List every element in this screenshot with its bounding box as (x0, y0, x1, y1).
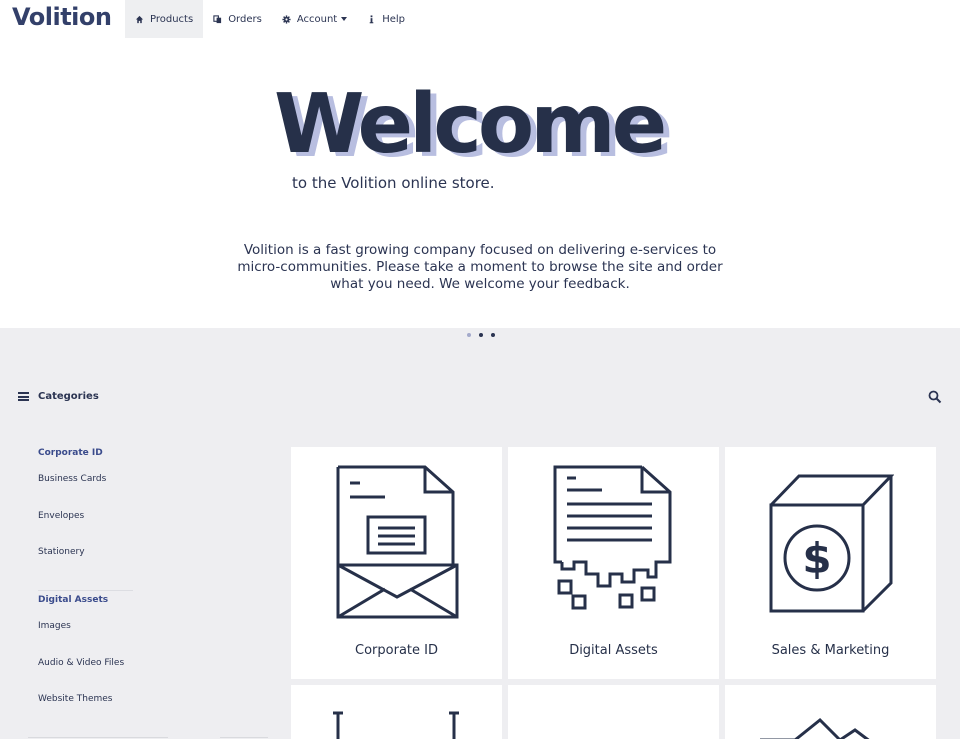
hero-title-text: Welcome (274, 77, 667, 172)
hero-tagline: to the Volition online store. (292, 174, 495, 192)
chevron-down-icon (341, 17, 348, 21)
gear-icon (282, 14, 291, 24)
nav-account-label: Account (296, 13, 338, 25)
category-item-envelopes[interactable]: Envelopes (38, 511, 84, 521)
category-card-digital-assets[interactable]: Digital Assets (508, 447, 719, 679)
nav-orders-label: Orders (228, 13, 262, 25)
main-nav: Products Orders Account Help (125, 0, 415, 38)
info-icon (369, 14, 374, 23)
nav-orders[interactable]: Orders (203, 0, 272, 38)
category-card-row2-2[interactable] (508, 685, 719, 739)
nav-account[interactable]: Account (272, 0, 357, 38)
category-card-label: Corporate ID (355, 643, 438, 658)
category-card-sales-marketing[interactable]: $ Sales & Marketing (725, 447, 936, 679)
money-box-icon: $ (769, 474, 894, 613)
category-card-label: Sales & Marketing (771, 643, 890, 658)
category-card-corporate-id[interactable]: Corporate ID (291, 447, 502, 679)
nav-products[interactable]: Products (125, 0, 204, 38)
hero-title: Welcome Welcome (274, 84, 694, 174)
top-navigation-bar: Volition Products Orders Account Help (0, 0, 960, 38)
home-icon (135, 15, 144, 23)
carousel-dot-2[interactable] (479, 333, 483, 337)
category-card-label: Digital Assets (569, 643, 658, 658)
hero-intro: Volition is a fast growing company focus… (237, 242, 723, 292)
search-icon[interactable] (928, 390, 942, 404)
carousel-dot-3[interactable] (491, 333, 495, 337)
carousel-indicators (467, 333, 495, 337)
category-item-audio-video-files[interactable]: Audio & Video Files (38, 658, 124, 668)
categories-toggle[interactable]: Categories (18, 391, 99, 402)
product-icon-partial (333, 711, 459, 739)
hero-banner: Welcome Welcome to the Volition online s… (0, 38, 960, 328)
category-divider (38, 590, 133, 591)
sidebar-bottom-divider-2 (220, 737, 268, 738)
carousel-dot-1[interactable] (467, 333, 471, 337)
svg-text:$: $ (802, 534, 831, 583)
digital-document-icon (553, 465, 672, 610)
nav-help-label: Help (382, 13, 406, 25)
nav-products-label: Products (150, 13, 194, 25)
category-card-row2-3[interactable] (725, 685, 936, 739)
category-group-corporate-id[interactable]: Corporate ID (38, 448, 103, 458)
category-item-images[interactable]: Images (38, 621, 71, 631)
catalog-section: Categories Corporate ID Business Cards E… (0, 328, 960, 739)
category-item-stationery[interactable]: Stationery (38, 547, 85, 557)
menu-icon (18, 392, 29, 401)
sidebar-bottom-divider (28, 737, 168, 738)
category-group-digital-assets[interactable]: Digital Assets (38, 595, 108, 605)
categories-header-label: Categories (38, 391, 99, 402)
nav-help[interactable]: Help (357, 0, 415, 38)
envelope-document-icon (336, 465, 459, 619)
category-card-row2-1[interactable] (291, 685, 502, 739)
brand-logo[interactable]: Volition (12, 3, 112, 31)
product-icon-partial (760, 717, 870, 739)
category-item-website-themes[interactable]: Website Themes (38, 694, 112, 704)
category-item-business-cards[interactable]: Business Cards (38, 474, 106, 484)
copy-documents-icon (213, 14, 222, 23)
